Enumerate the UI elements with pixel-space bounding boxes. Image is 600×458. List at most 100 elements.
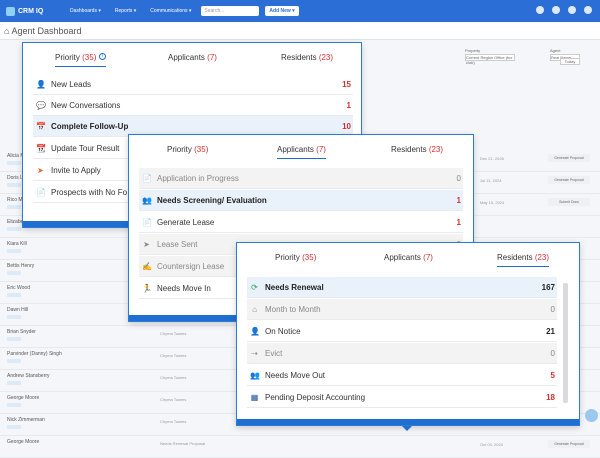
list-item-needs-screening[interactable]: 👥 Needs Screening/ Evaluation 1: [139, 190, 463, 211]
calendar-clock-icon: 📆: [36, 143, 46, 153]
row-community: Needs Renewal Proposal: [160, 441, 206, 446]
brand-logo[interactable]: CRM IQ: [6, 6, 64, 16]
item-label: Complete Follow-Up: [51, 121, 129, 131]
row-community: Chyma Towers: [160, 331, 187, 336]
chat-icon: 💬: [36, 100, 46, 110]
status-badge: [7, 205, 21, 209]
item-label: Needs Renewal: [265, 282, 324, 292]
list-item-evict[interactable]: ⇢ Evict 0: [247, 343, 557, 364]
today-button[interactable]: Today: [560, 58, 580, 65]
list-item-on-notice[interactable]: 👤 On Notice 21: [247, 321, 557, 342]
help-icon[interactable]: [552, 6, 560, 14]
row-name[interactable]: Eric Wood: [7, 285, 30, 291]
row-name[interactable]: Parvinder (Danny) Singh: [7, 351, 62, 357]
nav-communications[interactable]: Communications ▾: [150, 8, 191, 14]
row-name[interactable]: Andrew Stansberry: [7, 373, 50, 379]
panel-tabs: Priority (35) Applicants (7) Residents (…: [237, 243, 579, 273]
item-count: 1: [456, 195, 461, 205]
list-item-needs-move-out[interactable]: 👥 Needs Move Out 5: [247, 365, 557, 386]
list-item-new-conversations[interactable]: 💬 New Conversations 1: [33, 95, 353, 116]
info-icon[interactable]: i: [99, 53, 107, 60]
row-date: Jul 11, 2024: [480, 178, 502, 183]
tab-priority[interactable]: Priority (35): [167, 145, 208, 154]
row-name[interactable]: George Moore: [7, 439, 39, 445]
panel-tabs: Priority (35) i Applicants (7) Residents …: [23, 43, 361, 73]
item-label: Month to Month: [265, 304, 321, 314]
row-name[interactable]: Nick Zimmerman: [7, 417, 45, 423]
item-count: 167: [541, 282, 555, 292]
list-item-needs-renewal[interactable]: ⟳ Needs Renewal 167: [247, 277, 557, 298]
status-badge: [7, 293, 21, 297]
add-new-button[interactable]: Add New ▾: [265, 6, 299, 16]
row-community: Chyma Towers: [160, 375, 187, 380]
property-select[interactable]: Current Region Office (fox club): [465, 54, 515, 65]
deposit-icon: ▦: [250, 392, 259, 402]
item-count: 1: [346, 100, 351, 110]
search-input[interactable]: Search...: [201, 6, 260, 16]
signature-icon: ✍: [142, 261, 152, 271]
status-badge: [7, 403, 21, 407]
row-community: Chyma Towers: [160, 397, 187, 402]
tab-applicants[interactable]: Applicants (7): [384, 253, 433, 262]
row-action-button[interactable]: Generate Proposal: [548, 440, 590, 448]
move-out-icon: 👥: [250, 370, 260, 380]
star-icon[interactable]: [536, 6, 544, 14]
item-count: 21: [546, 326, 555, 336]
list-item-pending-deposit-accounting[interactable]: ▦ Pending Deposit Accounting 18: [247, 387, 557, 408]
settings-icon[interactable]: [584, 6, 592, 14]
row-name[interactable]: Brian Snyder: [7, 329, 36, 335]
evict-icon: ⇢: [251, 348, 258, 358]
item-label: Evict: [265, 348, 283, 358]
send-icon: ➤: [143, 239, 150, 249]
row-community: Chyma Towers: [160, 419, 187, 424]
brand-name: CRM IQ: [18, 7, 44, 15]
tab-residents[interactable]: Residents (23): [391, 145, 443, 154]
list-item-generate-lease[interactable]: 📄 Generate Lease 1: [139, 212, 463, 233]
add-user-icon: 👤: [36, 79, 46, 89]
item-label: Needs Screening/ Evaluation: [157, 195, 267, 205]
tab-residents[interactable]: Residents (23): [497, 253, 550, 267]
item-label: Application in Progress: [157, 173, 239, 183]
row-action-button[interactable]: Generate Proposal: [548, 154, 590, 162]
row-action-button[interactable]: Generate Proposal: [548, 176, 590, 184]
status-badge: [7, 183, 21, 187]
nav-reports[interactable]: Reports ▾: [115, 8, 136, 14]
status-badge: [7, 227, 21, 231]
item-count: 0: [550, 304, 555, 314]
page-header: ⌂ Agent Dashboard: [0, 22, 600, 40]
renew-icon: ⟳: [251, 282, 258, 292]
status-badge: [7, 425, 21, 429]
tab-applicants[interactable]: Applicants (7): [277, 145, 326, 159]
list-item-month-to-month[interactable]: ⌂ Month to Month 0: [247, 299, 557, 320]
tab-applicants[interactable]: Applicants (7): [168, 53, 217, 62]
row-name[interactable]: George Moore: [7, 395, 39, 401]
list-item-application-in-progress[interactable]: 📄 Application in Progress 0: [139, 168, 463, 189]
calendar-filters: Property Current Region Office (fox club…: [360, 48, 600, 128]
document-icon: 📄: [36, 187, 46, 197]
row-name[interactable]: Dawn Hill: [7, 307, 28, 313]
tab-priority[interactable]: Priority (35): [275, 253, 316, 262]
status-badge: [7, 315, 21, 319]
calendar-icon: 📅: [36, 121, 46, 131]
tab-priority[interactable]: Priority (35) i: [55, 53, 107, 67]
item-count: 5: [550, 370, 555, 380]
item-count: 18: [546, 392, 555, 402]
status-badge: [7, 249, 21, 253]
panel-pointer-caret: [402, 426, 412, 431]
agent-label: Agent: [550, 48, 561, 53]
scrollbar[interactable]: [563, 283, 568, 403]
user-avatar[interactable]: [568, 6, 576, 14]
chat-bubble-icon[interactable]: [585, 409, 598, 422]
page-title: Agent Dashboard: [11, 26, 82, 36]
item-label: On Notice: [265, 326, 301, 336]
row-action-button[interactable]: Submit Docs: [548, 198, 590, 206]
nav-dashboards[interactable]: Dashboards ▾: [70, 8, 101, 14]
move-in-icon: 🏃: [142, 283, 152, 293]
row-name[interactable]: Bettis Henry: [7, 263, 34, 269]
panel-footer-bar: [237, 419, 579, 425]
tab-residents[interactable]: Residents (23): [281, 53, 333, 62]
row-name[interactable]: Kiara Kill: [7, 241, 27, 247]
list-item-new-leads[interactable]: 👤 New Leads 15: [33, 74, 353, 95]
item-label: New Leads: [51, 79, 92, 89]
table-row[interactable]: George Moore Needs Renewal Proposal Oct 03…: [0, 436, 600, 458]
